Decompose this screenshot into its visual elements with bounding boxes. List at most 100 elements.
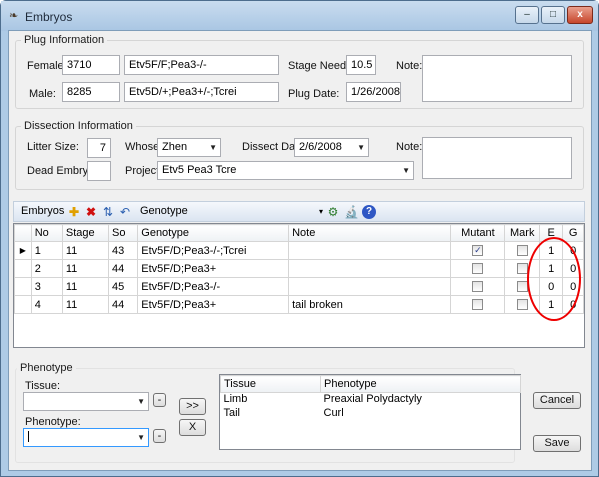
mutant-checkbox[interactable] [472,281,484,293]
column-header[interactable]: G [562,224,584,242]
undo-icon[interactable]: ↶ [118,205,132,219]
plug-note-field[interactable] [422,55,572,102]
so-cell[interactable]: 44 [107,259,139,278]
plug-note-label: Note: [396,60,423,72]
row-selector[interactable] [14,259,32,278]
phenotype-select[interactable]: ▼ [23,428,149,447]
female-label: Female: [27,60,67,72]
help-icon[interactable]: ? [362,205,376,219]
remove-phenotype-button[interactable]: X [179,419,206,436]
phenotype-list: Tissue Phenotype Limb Preaxial Polydacty… [219,374,521,450]
tissue-select[interactable]: ▼ [23,392,149,411]
dissect-date-picker[interactable]: 2/6/2008 ▼ [294,138,369,157]
female-id-field[interactable]: 3710 [62,55,120,75]
tissue-label: Tissue: [25,380,61,392]
project-select[interactable]: Etv5 Pea3 Tcre ▼ [157,161,414,180]
column-header[interactable]: Genotype [137,224,290,242]
mutant-checkbox[interactable]: ✓ [472,245,484,257]
add-icon[interactable]: ✚ [67,205,81,219]
column-header[interactable]: No [30,224,63,242]
chevron-down-icon: ▼ [402,166,410,175]
phenotype-header-row: Tissue Phenotype [220,375,521,393]
chevron-down-icon: ▼ [209,143,217,152]
phenotype-cell[interactable]: Preaxial Polydactyly [321,393,521,407]
dead-embryos-field[interactable] [87,161,111,181]
red-highlight-circle [527,237,581,321]
cancel-button[interactable]: Cancel [533,392,581,409]
title-bar[interactable]: ❧ Embryos – □ x [1,1,598,31]
note-cell[interactable] [288,241,452,260]
column-header[interactable]: So [107,224,139,242]
note-cell[interactable] [288,259,452,278]
window-title: Embryos [25,10,73,24]
tissue-cell[interactable]: Tail [221,407,321,421]
mutant-checkbox[interactable] [472,263,484,275]
column-header[interactable]: Mutant [450,224,506,242]
plug-date-label: Plug Date: [288,88,340,100]
so-cell[interactable]: 43 [107,241,139,260]
add-phenotype-button[interactable]: >> [179,398,206,415]
note-cell[interactable]: tail broken [288,295,452,314]
stage-needed-field[interactable]: 10.5 [346,55,376,75]
phenotype-label: Phenotype: [25,416,81,428]
table-row[interactable]: ▶ 1 11 43 Etv5F/D;Pea3-/-;Tcrei ✓ 1 0 [14,241,584,260]
minimize-button[interactable]: – [515,6,539,24]
no-cell[interactable]: 4 [30,295,63,314]
mark-checkbox[interactable] [516,281,528,293]
table-row[interactable]: 2 11 44 Etv5F/D;Pea3+ 1 0 [14,259,584,278]
save-button[interactable]: Save [533,435,581,452]
mark-checkbox[interactable] [516,245,528,257]
genotype-cell[interactable]: Etv5F/D;Pea3-/- [137,277,290,296]
male-id-field[interactable]: 8285 [62,82,120,102]
column-header[interactable]: Phenotype [320,375,521,393]
stage-cell[interactable]: 11 [61,259,110,278]
column-header[interactable]: Tissue [220,375,321,393]
mark-checkbox[interactable] [516,299,528,311]
list-item[interactable]: Limb Preaxial Polydactyly [221,393,521,407]
genotype-cell[interactable]: Etv5F/D;Pea3-/-;Tcrei [137,241,290,260]
column-header[interactable]: Mark [504,224,541,242]
genotype-cell[interactable]: Etv5F/D;Pea3+ [137,259,290,278]
whose-select[interactable]: Zhen ▼ [157,138,221,157]
stage-cell[interactable]: 11 [61,241,110,260]
table-row[interactable]: 4 11 44 Etv5F/D;Pea3+ tail broken 1 0 [14,295,584,314]
phenotype-clear-button[interactable]: - [153,429,166,443]
plug-date-field[interactable]: 1/26/2008 [346,82,401,102]
no-cell[interactable]: 2 [30,259,63,278]
tissue-cell[interactable]: Limb [221,393,321,407]
list-item[interactable]: Tail Curl [221,407,521,421]
dissection-note-field[interactable] [422,137,572,179]
litter-size-field[interactable]: 7 [87,138,111,158]
male-label: Male: [29,88,56,100]
move-icon[interactable]: ⇅ [101,205,115,219]
embryos-table: No Stage So Genotype Note Mutant Mark E … [14,224,584,314]
embryos-toolbar-label: Embryos [21,205,65,217]
so-cell[interactable]: 45 [107,277,139,296]
tissue-clear-button[interactable]: - [153,393,166,407]
no-cell[interactable]: 3 [30,277,63,296]
stage-cell[interactable]: 11 [61,277,110,296]
phenotype-cell[interactable]: Curl [321,407,521,421]
close-button[interactable]: x [567,6,593,24]
dissect-date-value: 2/6/2008 [299,141,342,153]
microscope-icon[interactable]: 🔬 [344,205,359,219]
row-selector[interactable] [14,277,32,296]
embryos-toolbar: Embryos ✚ ✖ ⇅ ↶ Genotype ▾ ⚙ 🔬 ? [13,201,585,222]
stage-cell[interactable]: 11 [61,295,110,314]
project-value: Etv5 Pea3 Tcre [162,164,237,176]
mark-checkbox[interactable] [516,263,528,275]
male-genotype-field[interactable]: Etv5D/+;Pea3+/-;Tcrei [124,82,279,102]
genotype-cell[interactable]: Etv5F/D;Pea3+ [137,295,290,314]
mutant-checkbox[interactable] [472,299,484,311]
row-selector[interactable] [14,295,32,314]
female-genotype-field[interactable]: Etv5F/F;Pea3-/- [124,55,279,75]
so-cell[interactable]: 44 [107,295,139,314]
table-row[interactable]: 3 11 45 Etv5F/D;Pea3-/- 0 0 [14,277,584,296]
column-header[interactable]: Note [288,224,452,242]
column-header[interactable]: Stage [61,224,110,242]
no-cell[interactable]: 1 [30,241,63,260]
delete-icon[interactable]: ✖ [84,205,98,219]
restore-button[interactable]: □ [541,6,565,24]
note-cell[interactable] [288,277,452,296]
genotype-tool-icon[interactable]: ⚙ [326,205,340,219]
